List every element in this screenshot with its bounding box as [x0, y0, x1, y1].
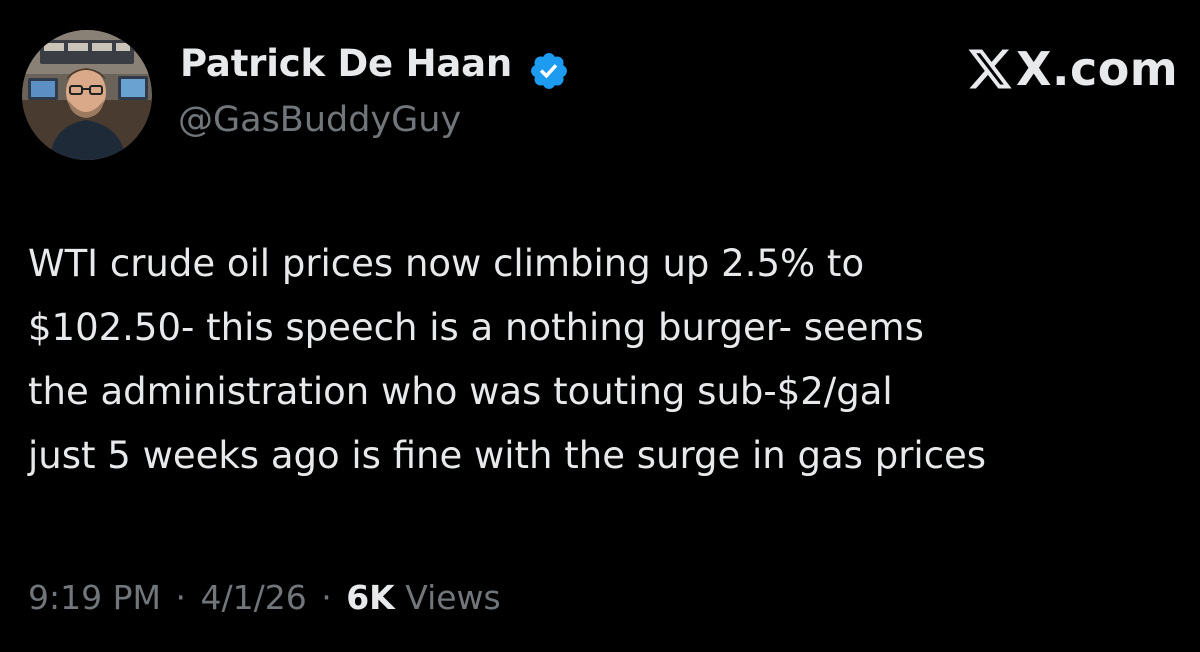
tweet-time[interactable]: 9:19 PM: [28, 578, 161, 617]
tweet-meta: 9:19 PM · 4/1/26 · 6K Views: [28, 578, 501, 617]
verified-badge-icon: [531, 53, 567, 89]
x-com-text: X.com: [1016, 42, 1179, 96]
avatar-photo: [22, 30, 152, 160]
views-label: Views: [405, 578, 501, 617]
tweet-line: WTI crude oil prices now climbing up 2.5…: [28, 242, 865, 285]
tweet-text: WTI crude oil prices now climbing up 2.5…: [28, 232, 1188, 488]
avatar[interactable]: [22, 30, 152, 160]
x-com-branding[interactable]: X.com: [966, 38, 1178, 100]
tweet-line: just 5 weeks ago is fine with the surge …: [28, 434, 987, 477]
tweet-line: the administration who was touting sub-$…: [28, 370, 893, 413]
tweet-line: $102.50- this speech is a nothing burger…: [28, 306, 924, 349]
views-link[interactable]: 6K Views: [346, 578, 501, 617]
tweet-date[interactable]: 4/1/26: [200, 578, 306, 617]
display-name[interactable]: Patrick De Haan: [180, 42, 512, 85]
meta-separator: ·: [321, 578, 332, 617]
meta-separator: ·: [175, 578, 186, 617]
author-handle[interactable]: @GasBuddyGuy: [178, 100, 461, 140]
views-count: 6K: [346, 578, 395, 617]
x-logo-icon: [968, 49, 1012, 89]
